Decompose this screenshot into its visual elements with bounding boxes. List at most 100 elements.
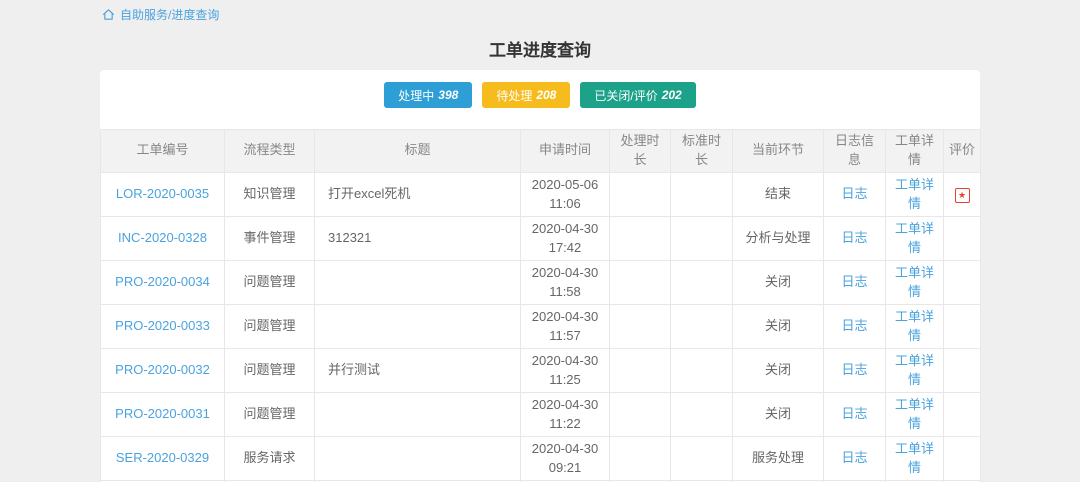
order-detail-link[interactable]: 工单详情 [893,307,937,346]
filter-pending-label: 待处理 [496,87,532,104]
header-process-type: 流程类型 [225,130,315,173]
current-step-cell: 结束 [733,172,824,216]
process-duration-cell [610,348,671,392]
log-link[interactable]: 日志 [841,318,867,333]
work-order-table: 工单编号 流程类型 标题 申请时间 处理时长 标准时长 当前环节 日志信息 工单… [100,129,981,482]
breadcrumb-label[interactable]: 自助服务/进度查询 [120,6,219,23]
apply-date: 2020-04-30 [527,219,603,239]
filter-closed-count: 202 [662,88,682,102]
current-step-cell: 分析与处理 [733,216,824,260]
header-standard-duration: 标准时长 [671,130,733,173]
rating-star-icon[interactable]: ★ [955,188,970,203]
process-duration-cell [610,216,671,260]
current-step-cell: 关闭 [733,392,824,436]
apply-date: 2020-04-30 [527,395,603,415]
order-no-link[interactable]: SER-2020-0329 [116,450,209,465]
process-duration-cell [610,172,671,216]
table-row: PRO-2020-0034 问题管理 2020-04-3011:58 关闭 日志… [101,260,981,304]
standard-duration-cell [671,348,733,392]
table-row: PRO-2020-0031 问题管理 2020-04-3011:22 关闭 日志… [101,392,981,436]
apply-date: 2020-04-30 [527,439,603,459]
process-duration-cell [610,260,671,304]
order-no-link[interactable]: LOR-2020-0035 [116,186,209,201]
page-title: 工单进度查询 [100,36,980,61]
header-apply-time: 申请时间 [521,130,610,173]
table-row: LOR-2020-0035 知识管理 打开excel死机 2020-05-061… [101,172,981,216]
standard-duration-cell [671,216,733,260]
table-row: INC-2020-0328 事件管理 312321 2020-04-3017:4… [101,216,981,260]
order-no-link[interactable]: PRO-2020-0031 [115,406,210,421]
order-detail-link[interactable]: 工单详情 [893,219,937,258]
apply-time-cell: 2020-04-3017:42 [521,216,610,260]
standard-duration-cell [671,260,733,304]
rating-cell: ★ [944,172,981,216]
rating-cell [944,392,981,436]
apply-time: 11:57 [527,326,603,346]
filter-closed-button[interactable]: 已关闭/评价 202 [580,82,695,108]
process-type-cell: 问题管理 [225,260,315,304]
apply-date: 2020-04-30 [527,307,603,327]
home-icon [102,8,115,21]
apply-time: 09:21 [527,458,603,478]
apply-time-cell: 2020-04-3011:25 [521,348,610,392]
apply-time-cell: 2020-04-3011:57 [521,304,610,348]
log-link[interactable]: 日志 [841,186,867,201]
apply-time: 11:25 [527,370,603,390]
apply-time-cell: 2020-04-3009:21 [521,436,610,480]
order-detail-link[interactable]: 工单详情 [893,175,937,214]
process-type-cell: 服务请求 [225,436,315,480]
filter-processing-count: 398 [438,88,458,102]
log-link[interactable]: 日志 [841,230,867,245]
header-order-detail: 工单详情 [886,130,944,173]
rating-cell [944,436,981,480]
apply-time: 11:06 [527,194,603,214]
filter-closed-label: 已关闭/评价 [594,87,657,104]
apply-time-cell: 2020-04-3011:22 [521,392,610,436]
order-detail-link[interactable]: 工单详情 [893,395,937,434]
order-detail-link[interactable]: 工单详情 [893,263,937,302]
current-step-cell: 关闭 [733,348,824,392]
breadcrumb[interactable]: 自助服务/进度查询 [102,0,980,23]
filter-pending-button[interactable]: 待处理 208 [482,82,570,108]
order-no-link[interactable]: INC-2020-0328 [118,230,207,245]
process-duration-cell [610,436,671,480]
rating-cell [944,304,981,348]
rating-cell [944,260,981,304]
rating-cell [944,348,981,392]
order-no-link[interactable]: PRO-2020-0032 [115,362,210,377]
title-cell [315,436,521,480]
process-type-cell: 问题管理 [225,304,315,348]
order-no-link[interactable]: PRO-2020-0033 [115,318,210,333]
apply-date: 2020-04-30 [527,351,603,371]
rating-cell [944,216,981,260]
process-type-cell: 事件管理 [225,216,315,260]
log-link[interactable]: 日志 [841,274,867,289]
log-link[interactable]: 日志 [841,406,867,421]
title-cell: 312321 [315,216,521,260]
process-duration-cell [610,392,671,436]
table-header-row: 工单编号 流程类型 标题 申请时间 处理时长 标准时长 当前环节 日志信息 工单… [101,130,981,173]
header-process-duration: 处理时长 [610,130,671,173]
title-cell: 打开excel死机 [315,172,521,216]
filter-processing-button[interactable]: 处理中 398 [384,82,472,108]
order-detail-link[interactable]: 工单详情 [893,351,937,390]
title-cell [315,392,521,436]
log-link[interactable]: 日志 [841,362,867,377]
order-detail-link[interactable]: 工单详情 [893,439,937,478]
title-cell: 并行测试 [315,348,521,392]
title-cell [315,304,521,348]
current-step-cell: 关闭 [733,304,824,348]
header-rating: 评价 [944,130,981,173]
process-type-cell: 知识管理 [225,172,315,216]
log-link[interactable]: 日志 [841,450,867,465]
apply-date: 2020-05-06 [527,175,603,195]
apply-time: 11:22 [527,414,603,434]
apply-time: 11:58 [527,282,603,302]
current-step-cell: 关闭 [733,260,824,304]
order-no-link[interactable]: PRO-2020-0034 [115,274,210,289]
header-title: 标题 [315,130,521,173]
standard-duration-cell [671,392,733,436]
apply-time-cell: 2020-04-3011:58 [521,260,610,304]
standard-duration-cell [671,436,733,480]
process-duration-cell [610,304,671,348]
